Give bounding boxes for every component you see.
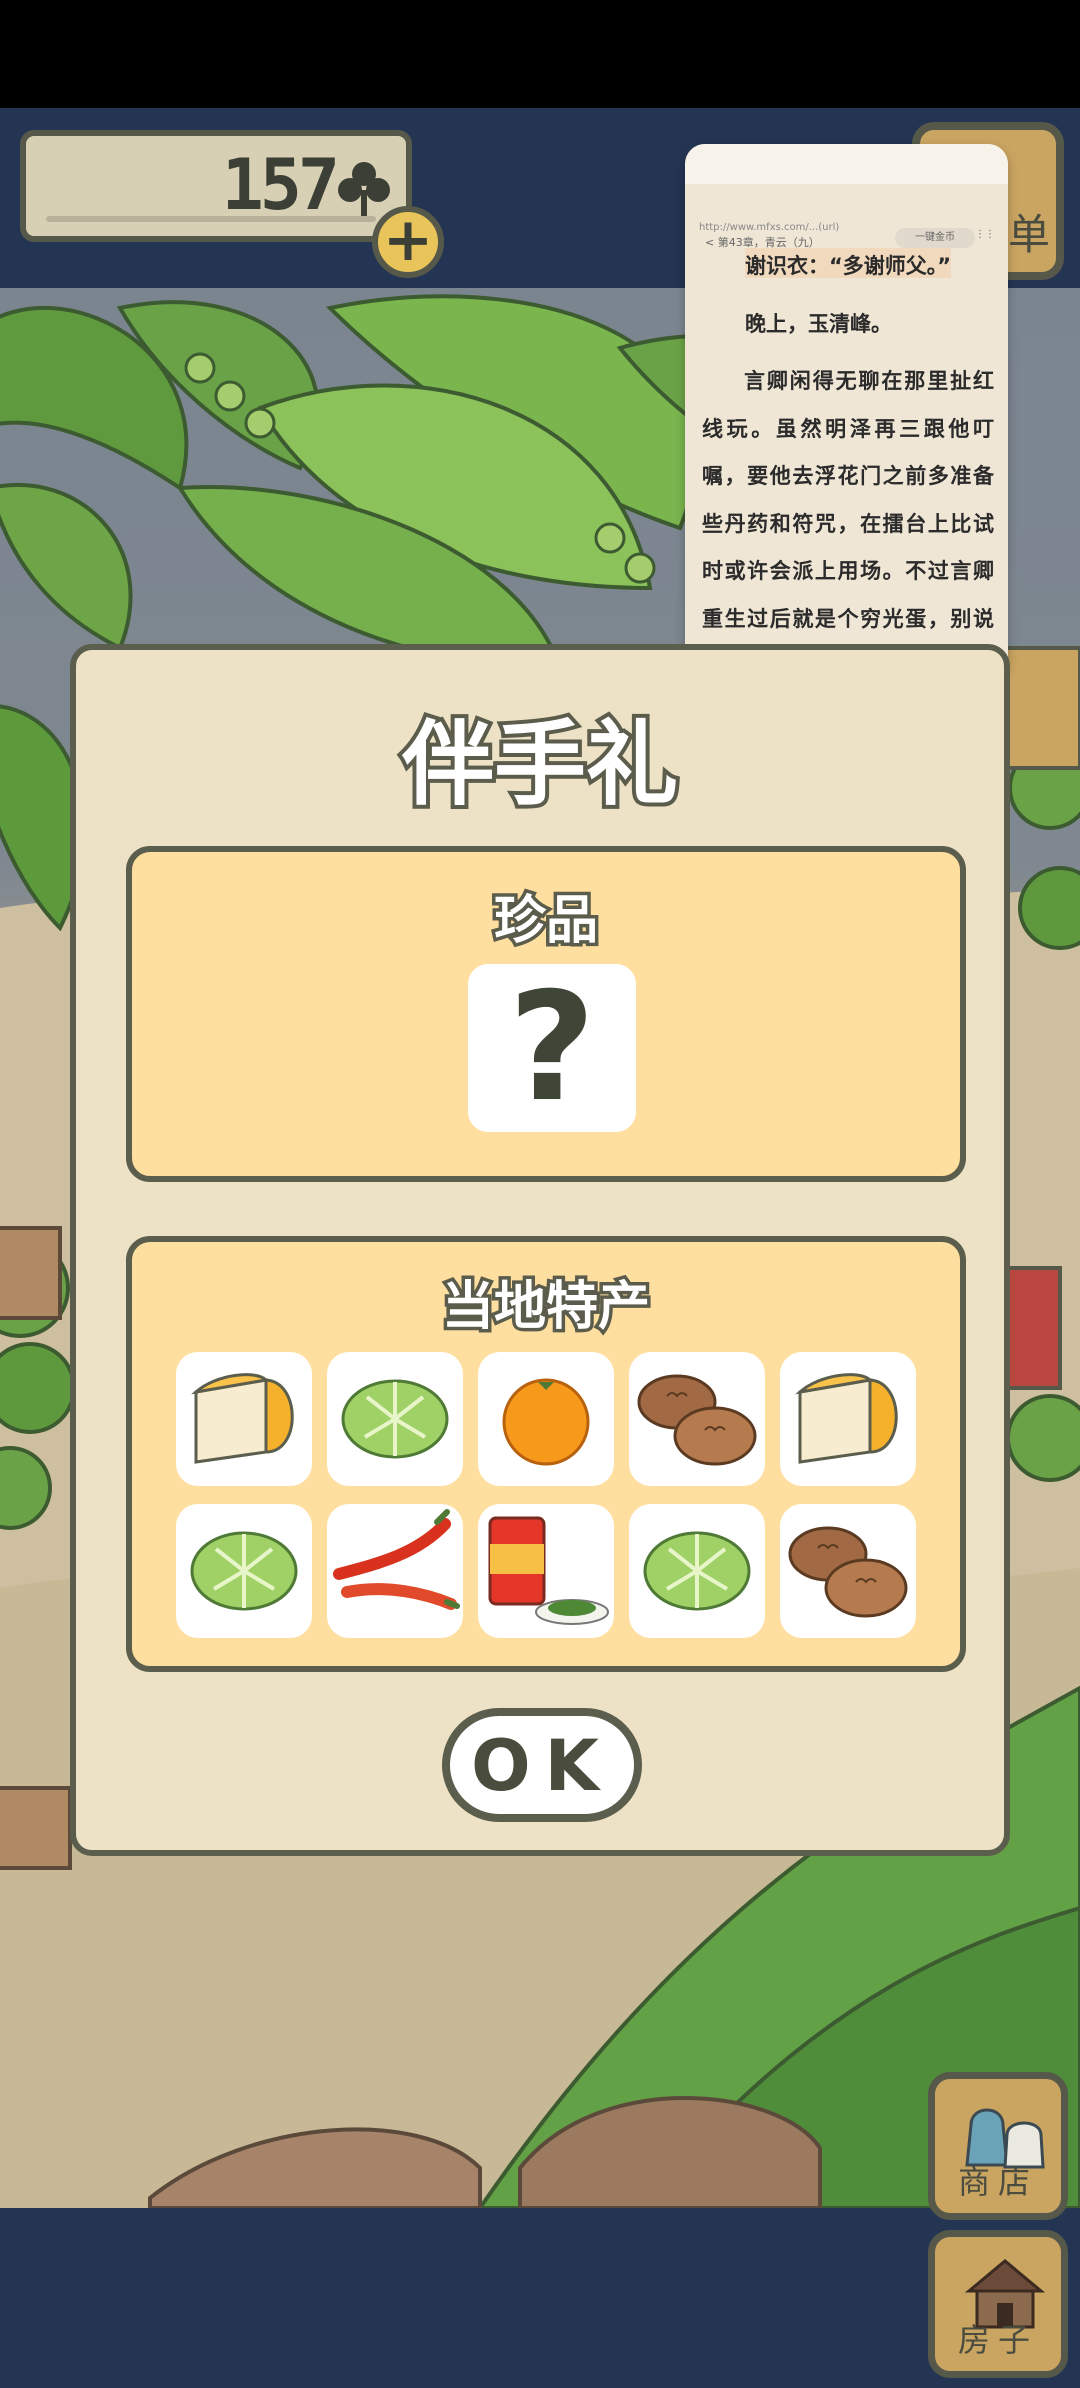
local-panel-title: 当地特产 <box>438 1274 653 1341</box>
local-specialty-panel: 当地特产 <box>126 1236 966 1672</box>
specialty-item[interactable] <box>780 1504 916 1638</box>
cabbage-icon <box>643 1531 751 1611</box>
cheese-icon <box>191 1373 294 1464</box>
plus-icon: + <box>382 205 434 275</box>
tea-can-icon <box>488 1516 609 1625</box>
status-bar <box>0 0 1080 108</box>
orange-icon <box>502 1378 590 1466</box>
reader-coin-button[interactable]: 一键金币 <box>895 228 975 248</box>
counter-underline <box>46 216 376 222</box>
house-button[interactable]: 房子 <box>928 2230 1068 2378</box>
specialty-item[interactable] <box>629 1352 765 1486</box>
rare-item-panel: 珍品 ? <box>126 846 966 1182</box>
ok-button[interactable]: OK <box>442 1708 642 1822</box>
reader-scene-line: 晚上，玉清峰。 <box>745 312 892 336</box>
specialty-item[interactable] <box>176 1352 312 1486</box>
specialty-item[interactable] <box>478 1504 614 1638</box>
cheese-icon <box>795 1373 898 1464</box>
question-mark-icon: ? <box>508 961 596 1135</box>
house-label: 房子 <box>957 2321 1038 2359</box>
add-clover-button[interactable]: + <box>372 206 444 278</box>
shop-button[interactable]: 商店 <box>928 2072 1068 2220</box>
rare-panel-title: 珍品 <box>490 888 601 955</box>
specialty-item[interactable] <box>327 1352 463 1486</box>
bottom-bar <box>0 2208 1080 2388</box>
specialty-item[interactable] <box>629 1504 765 1638</box>
reader-more-icon[interactable]: ⋮⋮ <box>975 229 995 240</box>
buns-icon <box>637 1374 757 1466</box>
shop-label: 商店 <box>957 2163 1038 2201</box>
mystery-item-tile[interactable]: ? <box>468 964 636 1132</box>
cabbage-icon <box>190 1531 298 1611</box>
specialty-item[interactable] <box>327 1504 463 1638</box>
specialty-item[interactable] <box>780 1352 916 1486</box>
reader-popup[interactable]: http://www.mfxs.com/...(url) < 第43章，青云（九… <box>685 144 1008 680</box>
specialty-item[interactable] <box>176 1504 312 1638</box>
specialty-item[interactable] <box>478 1352 614 1486</box>
clover-counter: 157 <box>20 130 412 242</box>
chili-icon <box>333 1509 460 1610</box>
reader-url: http://www.mfxs.com/...(url) <box>699 222 840 233</box>
clover-count: 157 <box>221 144 340 226</box>
reader-header-strip <box>685 144 1008 184</box>
buns-icon <box>788 1526 908 1618</box>
cabbage-icon <box>341 1379 449 1459</box>
souvenir-dialog: 伴手礼 珍品 ? 当地特产 OK <box>70 644 1010 1856</box>
reader-highlight-line: 谢识衣：“多谢师父。” <box>745 254 952 278</box>
reader-body-text: 言卿闲得无聊在那里扯红线玩。虽然明泽再三跟他叮嘱，要他去浮花门之前多准备些丹药和… <box>702 369 994 678</box>
dialog-title: 伴手礼 <box>398 707 682 822</box>
list-button-label: 单 <box>1007 210 1050 259</box>
